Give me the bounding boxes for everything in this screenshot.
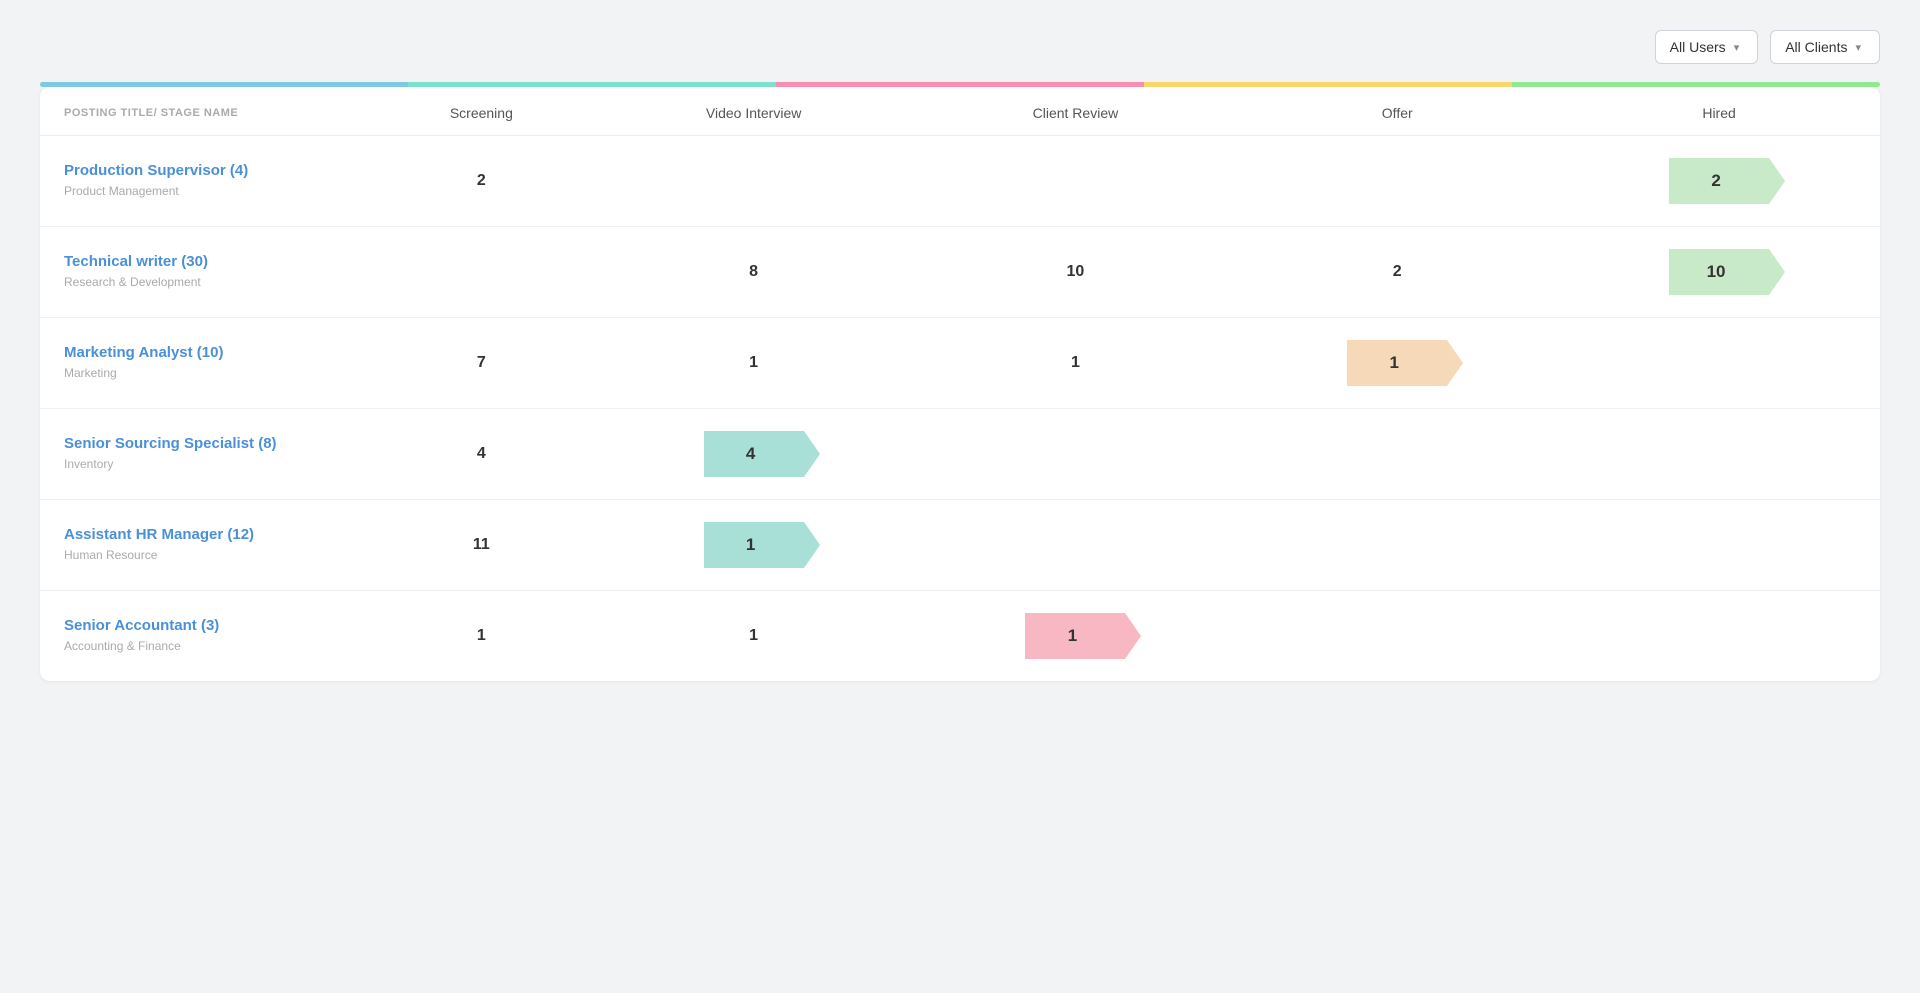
video-badge-4: 1 <box>704 522 804 568</box>
hired-badge-1: 10 <box>1669 249 1769 295</box>
col-hired: Hired <box>1558 87 1880 136</box>
pipeline-table-wrapper: POSTING TITLE/ STAGE NAME Screening Vide… <box>40 87 1880 681</box>
client-cell-0 <box>915 136 1237 227</box>
posting-dept-5: Accounting & Finance <box>64 639 181 653</box>
hired-cell-5 <box>1558 591 1880 682</box>
offer-badge-2: 1 <box>1347 340 1447 386</box>
posting-title-1[interactable]: Technical writer (30) <box>64 253 346 270</box>
all-users-chevron: ▾ <box>1734 41 1740 54</box>
table-row: Senior Accountant (3) Accounting & Finan… <box>40 591 1880 682</box>
video-cell-2: 1 <box>593 318 915 409</box>
all-users-dropdown[interactable]: All Users ▾ <box>1655 30 1759 64</box>
col-screening: Screening <box>370 87 593 136</box>
offer-cell-5 <box>1236 591 1558 682</box>
client-cell-5: 1 <box>915 591 1237 682</box>
hired-cell-3 <box>1558 409 1880 500</box>
posting-dept-2: Marketing <box>64 366 117 380</box>
screening-cell-1 <box>370 227 593 318</box>
video-cell-4: 1 <box>593 500 915 591</box>
color-bar-offer <box>1144 82 1512 87</box>
offer-cell-3 <box>1236 409 1558 500</box>
video-cell-1: 8 <box>593 227 915 318</box>
hired-badge-0: 2 <box>1669 158 1769 204</box>
posting-cell-5: Senior Accountant (3) Accounting & Finan… <box>40 591 370 682</box>
offer-cell-1: 2 <box>1236 227 1558 318</box>
top-bar: All Users ▾ All Clients ▾ <box>40 30 1880 64</box>
posting-title-5[interactable]: Senior Accountant (3) <box>64 617 346 634</box>
client-cell-2: 1 <box>915 318 1237 409</box>
video-cell-5: 1 <box>593 591 915 682</box>
posting-dept-0: Product Management <box>64 184 179 198</box>
hired-cell-1: 10 <box>1558 227 1880 318</box>
posting-title-2[interactable]: Marketing Analyst (10) <box>64 344 346 361</box>
posting-dept-4: Human Resource <box>64 548 157 562</box>
color-bar-client <box>776 82 1144 87</box>
table-row: Assistant HR Manager (12) Human Resource… <box>40 500 1880 591</box>
screening-cell-0: 2 <box>370 136 593 227</box>
table-row: Production Supervisor (4) Product Manage… <box>40 136 1880 227</box>
posting-title-0[interactable]: Production Supervisor (4) <box>64 162 346 179</box>
video-cell-0 <box>593 136 915 227</box>
col-offer: Offer <box>1236 87 1558 136</box>
posting-title-3[interactable]: Senior Sourcing Specialist (8) <box>64 435 346 452</box>
all-clients-chevron: ▾ <box>1855 41 1861 54</box>
col-video-interview: Video Interview <box>593 87 915 136</box>
all-clients-dropdown[interactable]: All Clients ▾ <box>1770 30 1880 64</box>
hired-cell-0: 2 <box>1558 136 1880 227</box>
all-users-label: All Users <box>1670 39 1726 55</box>
screening-cell-2: 7 <box>370 318 593 409</box>
posting-title-4[interactable]: Assistant HR Manager (12) <box>64 526 346 543</box>
color-bar-hired <box>1512 82 1880 87</box>
posting-cell-1: Technical writer (30) Research & Develop… <box>40 227 370 318</box>
all-clients-label: All Clients <box>1785 39 1847 55</box>
screening-cell-4: 11 <box>370 500 593 591</box>
posting-cell-0: Production Supervisor (4) Product Manage… <box>40 136 370 227</box>
posting-cell-2: Marketing Analyst (10) Marketing <box>40 318 370 409</box>
video-cell-3: 4 <box>593 409 915 500</box>
color-bar-screening <box>40 82 408 87</box>
col-posting-title: POSTING TITLE/ STAGE NAME <box>40 87 370 136</box>
pipeline-table: POSTING TITLE/ STAGE NAME Screening Vide… <box>40 87 1880 681</box>
posting-cell-4: Assistant HR Manager (12) Human Resource <box>40 500 370 591</box>
video-badge-3: 4 <box>704 431 804 477</box>
client-cell-3 <box>915 409 1237 500</box>
client-badge-5: 1 <box>1025 613 1125 659</box>
table-row: Technical writer (30) Research & Develop… <box>40 227 1880 318</box>
table-row: Marketing Analyst (10) Marketing 7111 <box>40 318 1880 409</box>
color-bar-video <box>408 82 776 87</box>
stage-color-bar <box>40 82 1880 87</box>
client-cell-1: 10 <box>915 227 1237 318</box>
offer-cell-4 <box>1236 500 1558 591</box>
offer-cell-2: 1 <box>1236 318 1558 409</box>
offer-cell-0 <box>1236 136 1558 227</box>
hired-cell-4 <box>1558 500 1880 591</box>
client-cell-4 <box>915 500 1237 591</box>
screening-cell-5: 1 <box>370 591 593 682</box>
table-row: Senior Sourcing Specialist (8) Inventory… <box>40 409 1880 500</box>
posting-cell-3: Senior Sourcing Specialist (8) Inventory <box>40 409 370 500</box>
screening-cell-3: 4 <box>370 409 593 500</box>
table-header-row: POSTING TITLE/ STAGE NAME Screening Vide… <box>40 87 1880 136</box>
posting-dept-3: Inventory <box>64 457 113 471</box>
col-client-review: Client Review <box>915 87 1237 136</box>
hired-cell-2 <box>1558 318 1880 409</box>
posting-dept-1: Research & Development <box>64 275 201 289</box>
